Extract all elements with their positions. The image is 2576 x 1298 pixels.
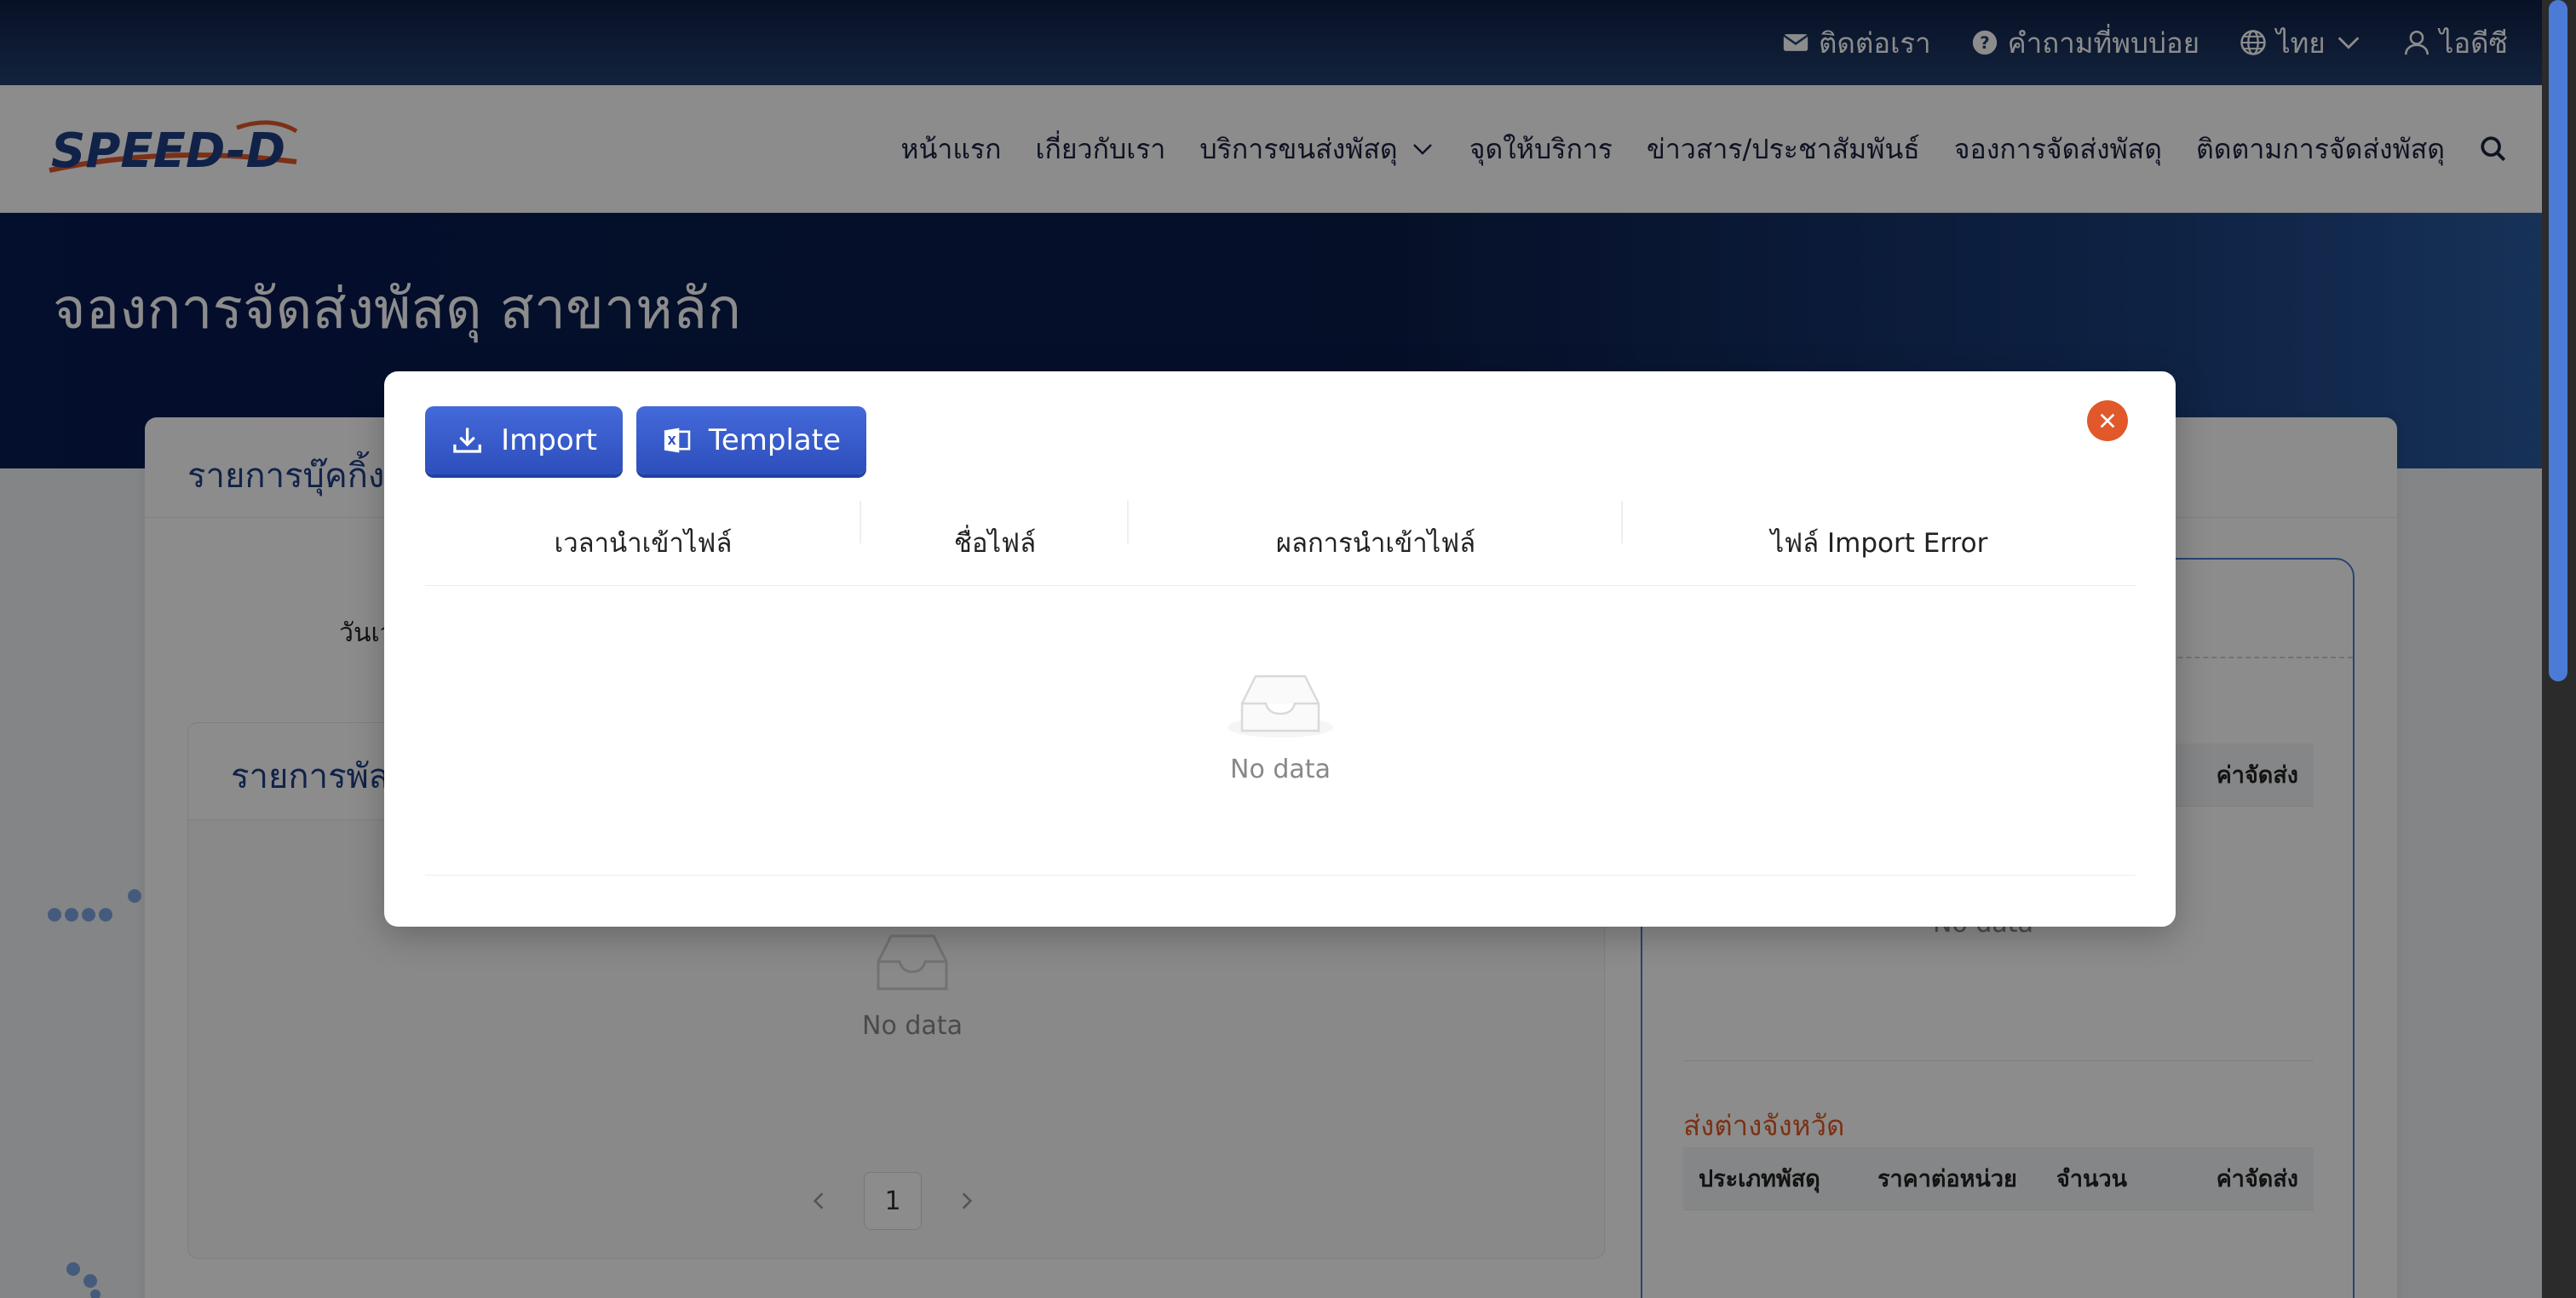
excel-icon: X [664,428,691,453]
import-modal: Import X Template เวลานำเข้าไฟล์ ชื่อไฟล… [384,371,2176,927]
import-empty-text: No data [1230,755,1331,784]
inbox-icon [1228,675,1333,738]
template-button[interactable]: X Template [636,406,866,474]
table-header: เวลานำเข้าไฟล์ ชื่อไฟล์ ผลการนำเข้าไฟล์ … [425,499,2136,586]
import-label: Import [501,423,597,457]
close-modal-button[interactable] [2087,400,2128,441]
col-import-result: ผลการนำเข้าไฟล์ [1129,500,1623,564]
import-empty-state: No data [1153,668,1408,784]
col-file-name: ชื่อไฟล์ [861,500,1129,564]
col-import-time: เวลานำเข้าไฟล์ [425,500,861,564]
svg-text:X: X [668,435,676,448]
col-error-file: ไฟล์ Import Error [1770,527,1988,559]
import-button[interactable]: Import [425,406,623,474]
page-scrollbar[interactable] [2542,0,2576,1298]
table-body: No data [425,586,2136,876]
scrollbar-thumb[interactable] [2549,0,2567,681]
import-history-table: เวลานำเข้าไฟล์ ชื่อไฟล์ ผลการนำเข้าไฟล์ … [425,499,2136,876]
template-label: Template [708,423,841,457]
download-icon [453,428,481,453]
close-icon [2100,413,2115,428]
